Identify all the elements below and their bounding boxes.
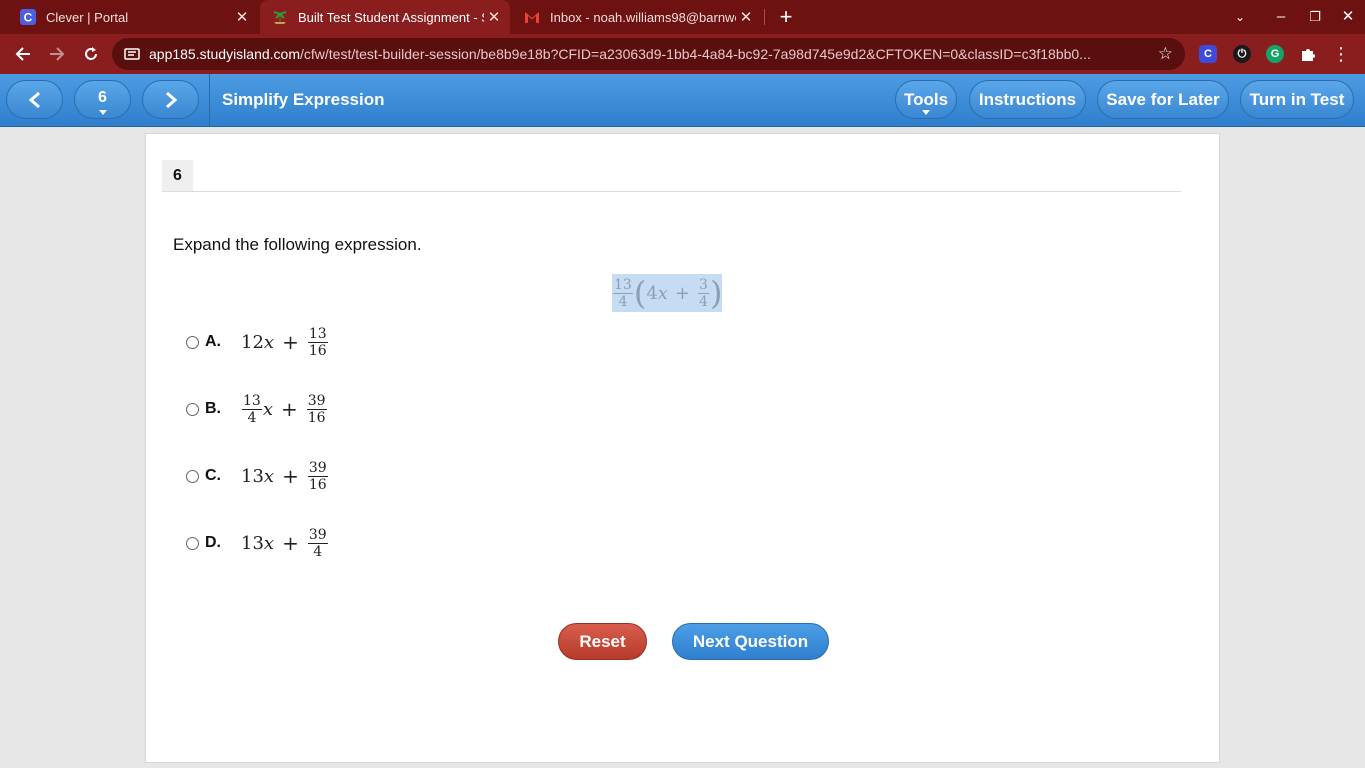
turn-in-test-button[interactable]: Turn in Test [1240, 80, 1354, 119]
grammarly-icon[interactable]: G [1266, 45, 1284, 63]
plus-sign: + [674, 282, 691, 304]
site-info-icon[interactable] [124, 46, 140, 62]
question-prompt: Expand the following expression. [173, 235, 422, 254]
browser-toolbar: app185.studyisland.com/cfw/test/test-bui… [0, 34, 1365, 74]
close-tab-icon[interactable]: ✕ [736, 8, 756, 26]
choice-letter: D. [205, 534, 221, 551]
restore-icon[interactable]: ❐ [1300, 0, 1330, 34]
browser-tab-strip: C Clever | Portal ✕ Built Test Student A… [0, 0, 1365, 34]
back-icon[interactable] [8, 39, 38, 69]
tab-title: Inbox - noah.williams98@barnwe [550, 9, 736, 25]
question-panel: 6 Expand the following expression. 13 4 (… [145, 133, 1220, 763]
tab-gmail[interactable]: Inbox - noah.williams98@barnwe ✕ [512, 0, 762, 34]
choice-a-answer: 12 x + 13 16 [241, 325, 328, 359]
test-header: 6 Simplify Expression Tools Instructions… [0, 74, 1365, 127]
next-question-button[interactable]: Next Question [672, 623, 829, 660]
gmail-icon [524, 9, 540, 25]
clever-icon: C [20, 9, 36, 25]
tab-title: Built Test Student Assignment - S [298, 9, 484, 25]
tab-studyisland[interactable]: Built Test Student Assignment - S ✕ [260, 0, 510, 34]
save-label: Save for Later [1106, 90, 1220, 109]
question-expression: 13 4 ( 4x + 34 ) [612, 274, 723, 312]
studyisland-icon [272, 9, 288, 25]
tools-button[interactable]: Tools [895, 80, 957, 119]
browser-menu-icon[interactable]: ⋮ [1326, 39, 1356, 69]
previous-question-button[interactable] [6, 80, 63, 119]
choice-c-answer: 13 x + 39 16 [241, 459, 328, 493]
term-coefficient: 4 [646, 282, 658, 304]
reload-icon[interactable] [76, 39, 106, 69]
choice-letter: B. [205, 400, 221, 417]
extension-power-icon[interactable]: ⏻ [1233, 45, 1251, 63]
caret-down-icon [98, 110, 107, 115]
new-tab-button[interactable]: + [775, 3, 797, 31]
tab-clever[interactable]: C Clever | Portal ✕ [8, 0, 258, 34]
choice-b[interactable]: B. 13 4 x + 39 16 [186, 392, 328, 426]
choice-d-radio[interactable] [186, 536, 199, 550]
coefficient-fraction: 13 4 [613, 276, 633, 310]
chevron-left-icon [28, 91, 40, 109]
constant-fraction: 34 [698, 276, 709, 310]
url-host: app185.studyisland.com [149, 46, 300, 62]
variable: x [657, 282, 668, 304]
svg-text:C: C [24, 11, 33, 25]
minimize-icon[interactable]: – [1266, 0, 1296, 34]
caret-down-icon [922, 110, 930, 115]
choice-b-answer: 13 4 x + 39 16 [242, 392, 327, 426]
instructions-button[interactable]: Instructions [969, 80, 1086, 119]
chevron-right-icon [165, 91, 177, 109]
close-window-icon[interactable]: ✕ [1333, 0, 1363, 34]
address-bar[interactable]: app185.studyisland.com/cfw/test/test-bui… [112, 38, 1185, 70]
reset-button[interactable]: Reset [558, 623, 647, 660]
save-for-later-button[interactable]: Save for Later [1097, 80, 1229, 119]
choice-d-answer: 13 x + 39 4 [241, 526, 328, 560]
turn-in-label: Turn in Test [1249, 90, 1345, 109]
close-tab-icon[interactable]: ✕ [232, 8, 252, 26]
extension-c-icon[interactable]: C [1199, 45, 1217, 63]
choice-a-radio[interactable] [186, 335, 199, 349]
url-text: app185.studyisland.com/cfw/test/test-bui… [149, 38, 1149, 70]
tab-separator [764, 9, 765, 25]
divider [162, 191, 1181, 192]
tab-title: Clever | Portal [46, 9, 129, 25]
instructions-label: Instructions [978, 90, 1077, 109]
choice-c[interactable]: C. 13 x + 39 16 [186, 459, 329, 493]
left-paren: ( [633, 274, 647, 312]
header-divider [209, 74, 210, 127]
close-tab-icon[interactable]: ✕ [484, 8, 504, 26]
right-paren: ) [709, 274, 723, 312]
choice-letter: A. [205, 333, 221, 350]
tab-search-icon[interactable]: ⌄ [1225, 0, 1255, 34]
bookmark-star-icon[interactable]: ☆ [1158, 38, 1173, 70]
choice-letter: C. [205, 467, 221, 484]
choice-a[interactable]: A. 12 x + 13 16 [186, 325, 329, 359]
choice-b-radio[interactable] [186, 402, 199, 416]
choice-d[interactable]: D. 13 x + 39 4 [186, 526, 329, 560]
page-title: Simplify Expression [222, 90, 385, 109]
question-number-badge: 6 [162, 160, 193, 191]
next-question-arrow-button[interactable] [142, 80, 199, 119]
forward-icon[interactable] [42, 39, 72, 69]
question-number-dropdown[interactable]: 6 [74, 80, 131, 119]
url-path: /cfw/test/test-builder-session/be8b9e18b… [300, 46, 1091, 62]
choice-c-radio[interactable] [186, 469, 199, 483]
extensions-puzzle-icon[interactable] [1293, 39, 1323, 69]
